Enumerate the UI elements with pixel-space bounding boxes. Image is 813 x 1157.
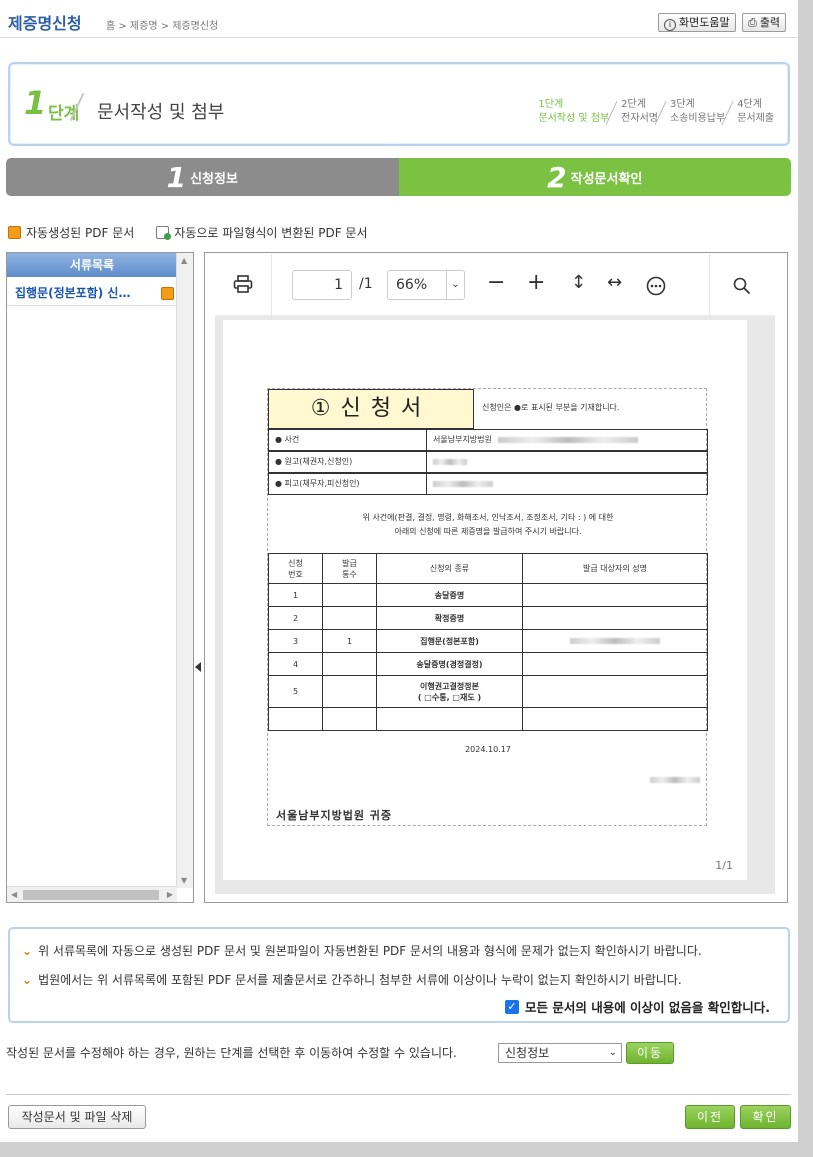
redacted-text	[497, 436, 638, 443]
table-row	[268, 707, 708, 731]
printer-icon: ⎙	[748, 16, 757, 29]
list-item[interactable]: 집행문(정본포함) 신…	[7, 280, 177, 306]
print-button[interactable]: ⎙ 출력	[742, 13, 787, 32]
form-paragraph-line2: 아래의 신청에 따른 제증명을 발급하여 주시기 바랍니다.	[394, 527, 582, 536]
zoom-in-icon[interactable]: +	[527, 270, 545, 295]
vertical-scrollbar[interactable]: ▲ ▼	[176, 253, 193, 888]
page: 제증명신청 홈 > 제증명 > 제증명신청 i 화면도움말 ⎙ 출력 1 단계 문서…	[0, 0, 798, 1142]
sub-tabs: 1 신청정보 2 작성문서확인	[6, 158, 791, 196]
legend-auto-pdf: 자동생성된 PDF 문서	[26, 226, 135, 240]
zoom-select[interactable]: 66% ⌄	[387, 270, 465, 300]
collapse-arrow-icon[interactable]	[195, 662, 201, 672]
step-box: 1 단계 문서작성 및 첨부 1단계 문서작성 및 첨부 2단계 전자서명 3단계 소…	[8, 62, 790, 146]
chevron-down-icon: ⌄	[22, 944, 33, 958]
application-form: ①신청서 신청인은 ●로 표시된 부분을 기재합니다. ● 사건 서울남부지방법…	[267, 388, 708, 826]
redacted-signature	[650, 777, 700, 783]
confirm-line-1: ⌄ 위 서류목록에 자동으로 생성된 PDF 문서 및 원본파일이 자동변환된 P…	[22, 944, 702, 958]
page-title: 제증명신청	[8, 14, 82, 33]
chevron-down-icon: ⌄	[22, 973, 33, 987]
step-4: 4단계 문서제출	[731, 98, 780, 126]
print-icon[interactable]	[233, 275, 253, 293]
redacted-text	[433, 480, 493, 487]
toolbar-divider	[709, 254, 710, 316]
breadcrumb: 홈 > 제증명 > 제증명신청	[106, 21, 219, 32]
pdf-page: ①신청서 신청인은 ●로 표시된 부분을 기재합니다. ● 사건 서울남부지방법…	[223, 320, 747, 880]
form-date: 2024.10.17	[465, 745, 511, 754]
page-header: 제증명신청 홈 > 제증명 > 제증명신청 i 화면도움말 ⎙ 출력	[0, 8, 798, 38]
horizontal-scrollbar[interactable]: ◀ ▶	[7, 886, 177, 902]
fit-height-icon[interactable]: ↕	[571, 272, 586, 293]
legend-converted-pdf: 자동으로 파일형식이 변환된 PDF 문서	[174, 226, 368, 240]
form-row-case: ● 사건 서울남부지방법원	[268, 429, 708, 451]
help-button[interactable]: i 화면도움말	[658, 13, 736, 32]
toolbar-divider	[271, 254, 272, 316]
table-row: 5 이행권고결정정본 ( □수통, □재도 )	[268, 675, 708, 708]
scroll-up-icon[interactable]: ▲	[181, 256, 187, 265]
chevron-down-icon: ⌄	[608, 1047, 617, 1058]
table-row: 3 1 집행문(정본포함)	[268, 629, 708, 653]
legend: 자동생성된 PDF 문서 자동으로 파일형식이 변환된 PDF 문서	[8, 224, 368, 241]
form-court: 서울남부지방법원 귀중	[276, 809, 393, 822]
step-3: 3단계 소송비용납부	[664, 98, 731, 126]
page-total: /1	[359, 276, 373, 292]
redacted-text	[433, 458, 467, 465]
converted-pdf-icon	[156, 226, 172, 240]
page-indicator: 1/1	[715, 859, 733, 872]
doc-list-header: 서류목록	[7, 253, 177, 277]
info-icon: i	[664, 19, 676, 31]
prev-button[interactable]: 이전	[685, 1105, 735, 1129]
tab-application-info[interactable]: 1 신청정보	[6, 158, 399, 196]
divider	[6, 1094, 791, 1095]
confirm-box: ⌄ 위 서류목록에 자동으로 생성된 PDF 문서 및 원본파일이 자동변환된 P…	[8, 927, 790, 1023]
form-row-plaintiff: ● 원고(채권자,신청인)	[268, 451, 708, 473]
viewer-toolbar: 1 /1 66% ⌄ − + ↕ ↔	[215, 254, 775, 316]
confirm-checkbox[interactable]: ✓ 모든 문서의 내용에 이상이 없음을 확인합니다.	[504, 997, 770, 1016]
scroll-left-icon[interactable]: ◀	[11, 890, 17, 899]
fit-width-icon[interactable]: ↔	[607, 272, 622, 293]
more-icon[interactable]	[646, 276, 666, 296]
table-row: 2 확정증명	[268, 606, 708, 630]
table-row: 4 송달증명(경정결정)	[268, 652, 708, 676]
auto-pdf-icon	[8, 226, 21, 239]
chevron-down-icon: ⌄	[446, 271, 464, 299]
form-row-defendant: ● 피고(채무자,피신청인)	[268, 473, 708, 495]
confirm-line-2: ⌄ 법원에서는 위 서류목록에 포함된 PDF 문서를 제출문서로 간주하니 첨부…	[22, 973, 682, 987]
scroll-down-icon[interactable]: ▼	[181, 876, 187, 885]
form-paragraph-line1: 위 사건에(판결, 결정, 명령, 화해조서, 인낙조서, 조정조서, 기타 :…	[362, 513, 614, 522]
page-area[interactable]: ①신청서 신청인은 ●로 표시된 부분을 기재합니다. ● 사건 서울남부지방법…	[215, 316, 775, 894]
tab-document-review[interactable]: 2 작성문서확인	[398, 158, 791, 196]
form-note: 신청인은 ●로 표시된 부분을 기재합니다.	[482, 403, 620, 412]
form-title: ①신청서	[268, 389, 474, 429]
step-1: 1단계 문서작성 및 첨부	[538, 99, 610, 124]
step-progress: 1단계 문서작성 및 첨부 2단계 전자서명 3단계 소송비용납부 4단계 문서제출	[532, 98, 780, 126]
zoom-out-icon[interactable]: −	[487, 270, 505, 295]
checkbox-checked-icon[interactable]: ✓	[504, 999, 519, 1014]
form-table: 신청 번호 발급 통수 신청의 종류 발급 대상자의 성명 1 송달증명 2 확정증…	[268, 553, 708, 731]
scroll-right-icon[interactable]: ▶	[167, 890, 173, 899]
scroll-thumb[interactable]	[23, 890, 159, 900]
pdf-viewer: 1 /1 66% ⌄ − + ↕ ↔ ①신청서 신청인은 ●로 표시된 부분을 기…	[204, 252, 788, 903]
doc-list-panel: 서류목록 집행문(정본포함) 신… ▲ ▼ ◀ ▶	[6, 252, 194, 903]
delete-documents-button[interactable]: 작성문서 및 파일 삭제	[8, 1105, 146, 1129]
redacted-text	[570, 638, 660, 644]
step-title: 문서작성 및 첨부	[97, 102, 225, 123]
step-select[interactable]: 신청정보 ⌄	[498, 1043, 622, 1063]
table-row: 1 송달증명	[268, 583, 708, 607]
search-icon[interactable]	[733, 277, 751, 295]
page-number-input[interactable]: 1	[292, 270, 352, 300]
move-button[interactable]: 이동	[626, 1042, 674, 1064]
step-number: 1	[24, 84, 47, 122]
modify-text: 작성된 문서를 수정해야 하는 경우, 원하는 단계를 선택한 후 이동하여 수…	[6, 1046, 457, 1060]
panel-splitter[interactable]	[194, 252, 204, 903]
auto-pdf-icon	[161, 287, 174, 300]
confirm-button[interactable]: 확인	[740, 1105, 791, 1129]
